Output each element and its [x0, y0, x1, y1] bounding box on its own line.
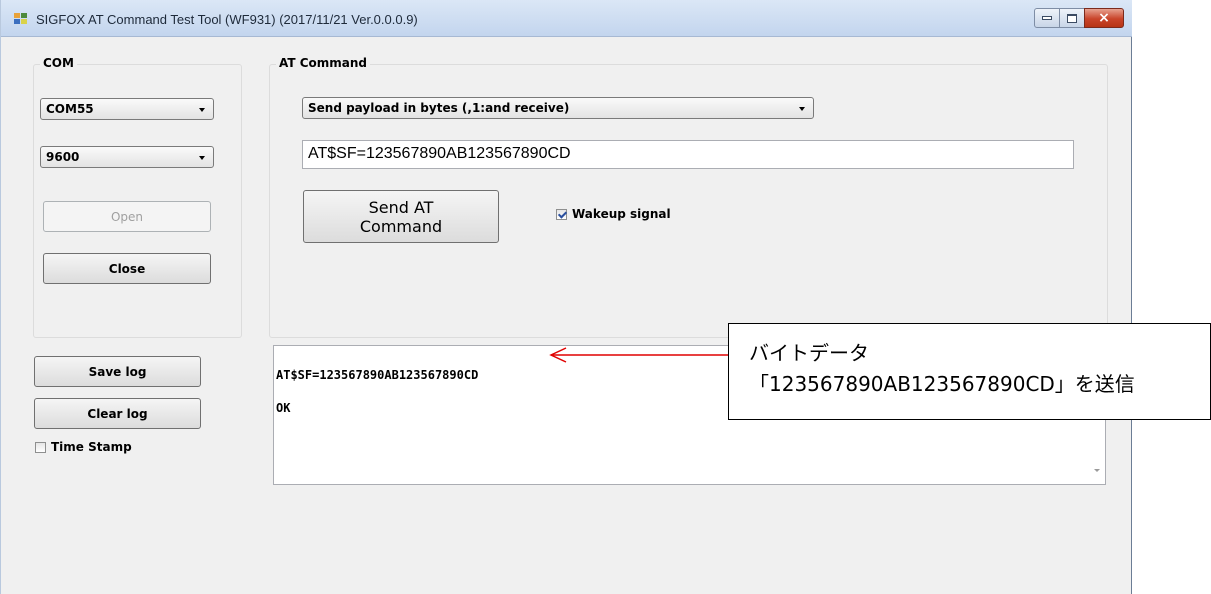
at-command-select[interactable]: Send payload in bytes (,1:and receive) [302, 97, 814, 119]
chevron-down-icon [199, 156, 205, 160]
close-port-button[interactable]: Close [43, 253, 211, 284]
annotation-line1: バイトデータ [749, 341, 869, 365]
scroll-down-icon[interactable] [1094, 469, 1100, 472]
maximize-icon [1067, 13, 1077, 23]
send-label-line1: Send AT [368, 197, 434, 217]
wakeup-signal-checkbox[interactable]: Wakeup signal [556, 207, 671, 221]
wakeup-signal-label: Wakeup signal [572, 207, 671, 221]
chevron-down-icon [799, 107, 805, 111]
time-stamp-checkbox[interactable]: Time Stamp [35, 440, 132, 454]
at-command-select-value: Send payload in bytes (,1:and receive) [308, 101, 570, 115]
save-log-button[interactable]: Save log [34, 356, 201, 387]
at-group-label: AT Command [276, 56, 371, 70]
checkbox-unchecked-icon [35, 441, 46, 453]
baud-rate-value: 9600 [46, 150, 80, 164]
annotation-callout: バイトデータ 「123567890AB123567890CD」を送信 [728, 323, 1211, 420]
window-title: SIGFOX AT Command Test Tool (WF931) (201… [36, 12, 418, 27]
main-window: SIGFOX AT Command Test Tool (WF931) (201… [0, 0, 1132, 594]
close-window-button[interactable]: × [1084, 8, 1124, 28]
time-stamp-label: Time Stamp [51, 440, 132, 454]
send-at-command-button[interactable]: Send AT Command [303, 190, 499, 243]
maximize-button[interactable] [1059, 8, 1085, 28]
chevron-down-icon [199, 108, 205, 112]
send-label-line2: Command [359, 216, 443, 236]
com-group-label: COM [40, 56, 77, 70]
minimize-icon [1042, 16, 1052, 20]
log-line: OK [276, 401, 291, 415]
log-line: AT$SF=123567890AB123567890CD [276, 368, 479, 382]
clear-log-button[interactable]: Clear log [34, 398, 201, 429]
at-command-input[interactable]: AT$SF=123567890AB123567890CD [302, 140, 1074, 169]
baud-rate-select[interactable]: 9600 [40, 146, 214, 168]
annotation-arrow [549, 347, 734, 363]
open-button[interactable]: Open [43, 201, 211, 232]
com-port-select[interactable]: COM55 [40, 98, 214, 120]
title-bar[interactable]: SIGFOX AT Command Test Tool (WF931) (201… [1, 0, 1132, 37]
app-icon [14, 13, 28, 25]
annotation-line2: 「123567890AB123567890CD」を送信 [749, 372, 1135, 396]
checkbox-checked-icon [556, 208, 567, 220]
minimize-button[interactable] [1034, 8, 1060, 28]
close-icon: × [1098, 10, 1110, 26]
com-port-value: COM55 [46, 102, 94, 116]
